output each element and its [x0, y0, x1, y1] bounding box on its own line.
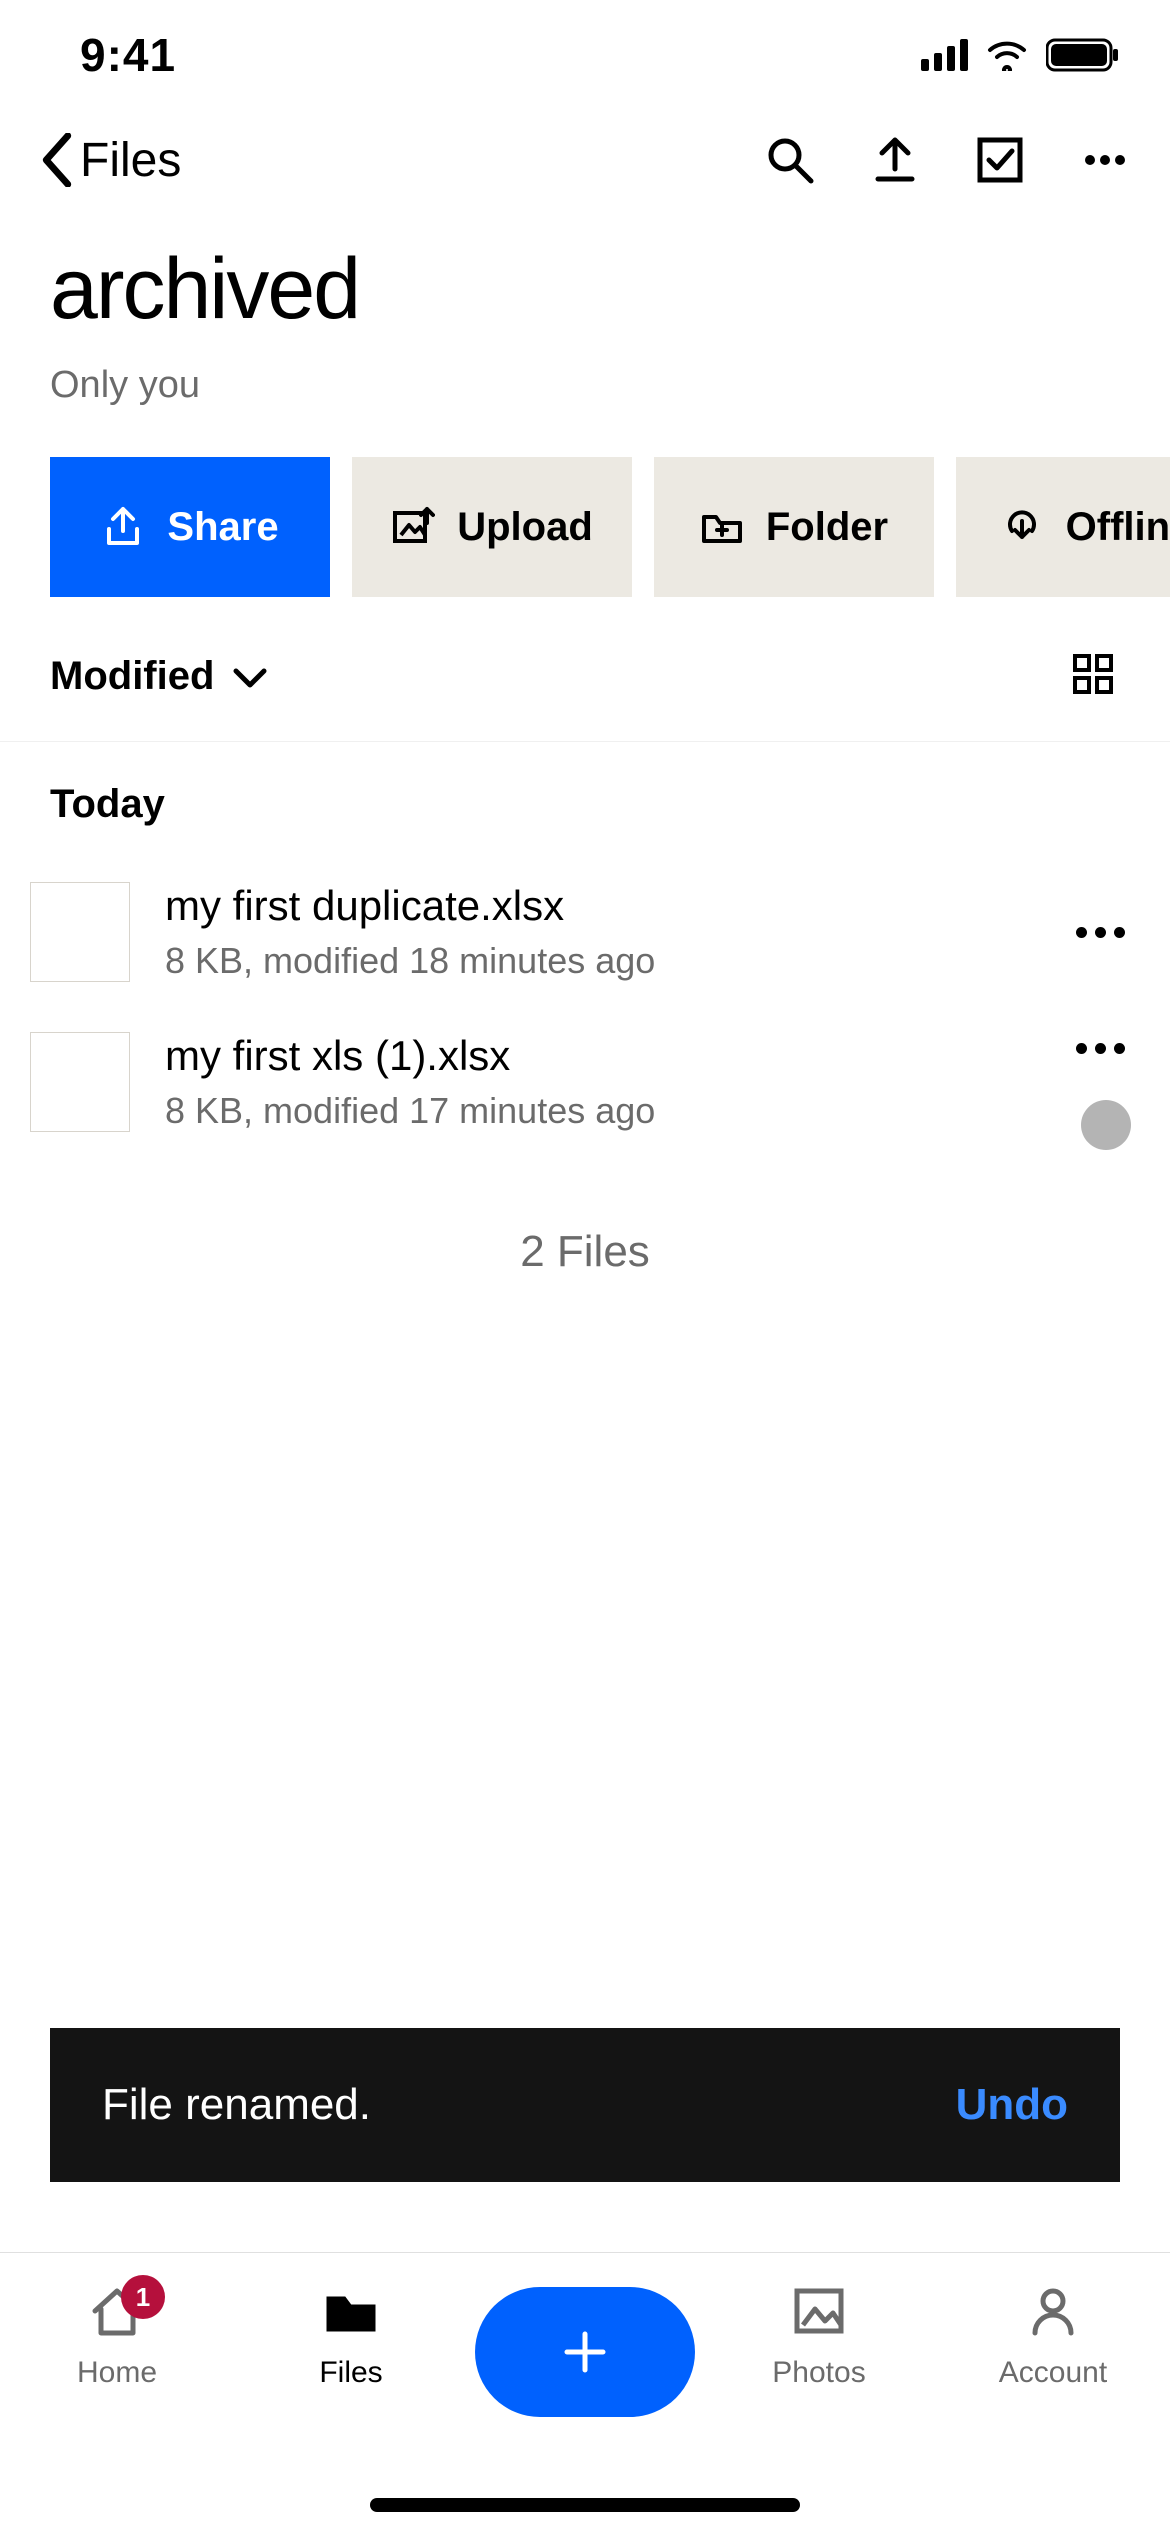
file-meta: 8 KB, modified 18 minutes ago — [165, 940, 1041, 982]
more-horizontal-icon — [1080, 135, 1130, 185]
folder-chip-label: Folder — [766, 505, 888, 550]
sort-button[interactable]: Modified — [50, 654, 268, 699]
upload-button[interactable] — [870, 135, 920, 185]
file-meta: 8 KB, modified 17 minutes ago — [165, 1090, 1040, 1132]
offline-chip-button[interactable]: Offline — [956, 457, 1170, 597]
back-label: Files — [80, 133, 181, 188]
file-thumbnail — [30, 882, 130, 982]
chevron-left-icon — [40, 133, 74, 187]
file-row[interactable]: my first xls (1).xlsx 8 KB, modified 17 … — [0, 1007, 1170, 1157]
offline-chip-label: Offline — [1066, 505, 1170, 550]
share-label: Share — [167, 505, 278, 550]
wifi-icon — [986, 39, 1028, 71]
checkbox-icon — [975, 135, 1025, 185]
tab-photos[interactable]: Photos — [729, 2281, 909, 2390]
tab-files-label: Files — [319, 2356, 382, 2390]
status-indicators — [921, 37, 1120, 73]
share-button[interactable]: Share — [50, 457, 330, 597]
upload-chip-label: Upload — [457, 505, 593, 550]
offline-icon — [1000, 505, 1044, 549]
back-button[interactable]: Files — [40, 133, 181, 188]
home-badge: 1 — [121, 2275, 165, 2319]
tab-create[interactable] — [495, 2281, 675, 2417]
search-icon — [765, 135, 815, 185]
toast: File renamed. Undo — [50, 2028, 1120, 2182]
folder-chip-button[interactable]: Folder — [654, 457, 934, 597]
plus-icon — [555, 2322, 615, 2382]
home-indicator — [370, 2498, 800, 2512]
fab-button[interactable] — [475, 2287, 695, 2417]
cellular-icon — [921, 39, 968, 71]
file-count-label: 2 Files — [0, 1157, 1170, 1347]
file-name: my first duplicate.xlsx — [165, 882, 1041, 930]
sort-row: Modified — [0, 597, 1170, 742]
chevron-down-icon — [232, 665, 268, 689]
title-block: archived Only you — [0, 210, 1170, 417]
file-more-button[interactable] — [1076, 927, 1125, 938]
nav-bar: Files — [0, 110, 1170, 210]
battery-icon — [1046, 37, 1120, 73]
page-title: archived — [50, 240, 1120, 339]
file-thumbnail — [30, 1032, 130, 1132]
tab-files[interactable]: Files — [261, 2281, 441, 2390]
tab-account-label: Account — [999, 2356, 1107, 2390]
folder-icon — [321, 2281, 381, 2346]
file-name: my first xls (1).xlsx — [165, 1032, 1040, 1080]
section-header-today: Today — [0, 742, 1170, 857]
tab-photos-label: Photos — [772, 2356, 865, 2390]
view-grid-button[interactable] — [1071, 652, 1115, 701]
tab-home-label: Home — [77, 2356, 157, 2390]
tab-home[interactable]: 1 Home — [27, 2281, 207, 2390]
file-row[interactable]: my first duplicate.xlsx 8 KB, modified 1… — [0, 857, 1170, 1007]
status-bar: 9:41 — [0, 0, 1170, 110]
sort-label: Modified — [50, 654, 214, 699]
more-button[interactable] — [1080, 135, 1130, 185]
grid-icon — [1071, 652, 1115, 696]
share-icon — [101, 505, 145, 549]
file-more-button[interactable] — [1076, 1043, 1125, 1054]
folder-access-label: Only you — [50, 364, 1120, 407]
tab-account[interactable]: Account — [963, 2281, 1143, 2390]
select-button[interactable] — [975, 135, 1025, 185]
syncing-indicator-icon — [1081, 1100, 1131, 1150]
upload-chip-button[interactable]: Upload — [352, 457, 632, 597]
toast-message: File renamed. — [102, 2080, 371, 2130]
image-upload-icon — [391, 505, 435, 549]
new-folder-icon — [700, 505, 744, 549]
undo-button[interactable]: Undo — [956, 2080, 1068, 2130]
photos-icon — [789, 2281, 849, 2346]
tab-bar: 1 Home Files Photos Account — [0, 2252, 1170, 2532]
upload-icon — [870, 135, 920, 185]
status-time: 9:41 — [80, 28, 176, 82]
action-chips-row: Share Upload Folder Offline — [0, 417, 1170, 597]
account-icon — [1023, 2281, 1083, 2346]
search-button[interactable] — [765, 135, 815, 185]
